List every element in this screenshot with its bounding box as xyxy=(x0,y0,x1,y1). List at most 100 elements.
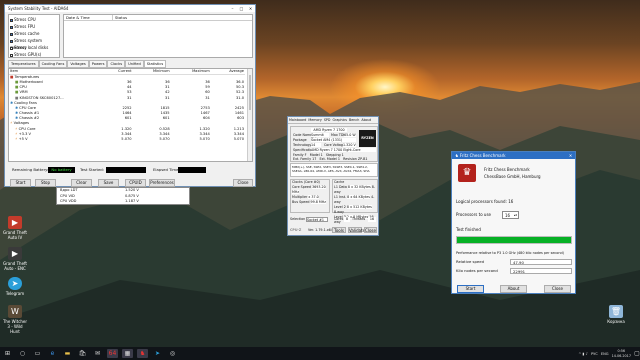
close-button[interactable]: Close xyxy=(233,179,253,187)
desktop: ▶ Grand Theft Auto IV ▶ Grand Theft Auto… xyxy=(0,0,640,360)
cpuz-window: Mainboard Memory SPD Graphics Bench Abou… xyxy=(287,116,379,236)
cache-row: L1 Inst. 8 x 64 KBytes 4-way xyxy=(334,195,375,204)
selection-label: Selection xyxy=(290,217,306,221)
tab-cooling-fans[interactable]: Cooling Fans xyxy=(38,60,68,68)
specification: AMD Ryzen 7 1700 Eight-Core Processor xyxy=(311,148,376,152)
tab-statistics[interactable]: Statistics xyxy=(143,60,167,68)
stress-test-titlebar[interactable]: System Stability Test - AIDA64 – □ ✕ xyxy=(5,5,255,12)
tab-graphics[interactable]: Graphics xyxy=(331,117,348,123)
tab-mainboard[interactable]: Mainboard xyxy=(288,117,307,123)
close-icon[interactable]: ✕ xyxy=(246,5,255,12)
cache-group: Cache L1 Data 8 x 32 KBytes 8-way L1 Ins… xyxy=(332,179,378,224)
kilo-nodes-value: 22991 xyxy=(510,268,572,274)
search-icon[interactable]: ○ xyxy=(17,349,28,358)
store-icon[interactable]: 🛍 xyxy=(77,349,88,358)
sensor-tabs: Temperatures Cooling Fans Voltages Power… xyxy=(8,60,253,68)
clear-button[interactable]: Clear xyxy=(71,179,92,187)
layout-indicator[interactable]: ENG xyxy=(601,352,609,356)
code-name: Summit Ridge xyxy=(311,133,329,141)
desktop-icon-label: Telegram xyxy=(5,291,25,296)
tab-bench[interactable]: Bench xyxy=(348,117,360,123)
fritz-company: ChessBase GmbH, Hamburg xyxy=(484,174,541,179)
stress-disks-check[interactable]: Stress local disks xyxy=(10,44,58,51)
cpuz-version: Ver. 1.79.1.x64 xyxy=(308,228,333,232)
aida64-icon[interactable]: 64 xyxy=(107,349,118,358)
cores-label: Cores xyxy=(334,217,344,221)
mail-icon[interactable]: ✉ xyxy=(92,349,103,358)
tray-icons[interactable]: ^ ▮ ♪ xyxy=(578,352,588,356)
stress-cpu-check[interactable]: Stress CPU xyxy=(10,16,58,23)
minimize-icon[interactable]: – xyxy=(228,5,237,12)
stress-test-window: System Stability Test - AIDA64 – □ ✕ Stres… xyxy=(4,4,256,187)
start-button[interactable]: Start xyxy=(10,179,31,187)
stress-memory-check[interactable]: Stress system memory xyxy=(10,37,58,50)
battery-value: No battery xyxy=(48,167,75,173)
tab-voltages[interactable]: Voltages xyxy=(67,60,89,68)
start-icon[interactable]: ⊞ xyxy=(2,349,13,358)
tab-spd[interactable]: SPD xyxy=(323,117,332,123)
steam-icon[interactable]: ◎ xyxy=(167,349,178,358)
desktop-icon-label: Grand Theft Auto - ENC xyxy=(3,261,27,271)
stop-button[interactable]: Stop xyxy=(35,179,56,187)
threads-value: 16 xyxy=(368,217,376,222)
tab-powers[interactable]: Powers xyxy=(88,60,108,68)
tab-about[interactable]: About xyxy=(360,117,372,123)
tab-memory[interactable]: Memory xyxy=(307,117,322,123)
cpuz-close-button[interactable]: Close xyxy=(364,227,377,233)
processor-group: AMD Ryzen 7 1700 Code Name Summit Ridge … xyxy=(290,126,378,162)
col-date: Date & Time xyxy=(66,15,90,20)
gta-enc-icon: ▶ xyxy=(8,247,22,260)
cpuz-footer: CPU-Z Ver. 1.79.1.x64 Tools Validate Clo… xyxy=(290,226,378,234)
stress-gpu-check[interactable]: Stress GPU(s) xyxy=(10,51,58,58)
stats-scrollbar[interactable] xyxy=(247,69,252,161)
processors-spinner[interactable]: 16 ▴▾ xyxy=(502,211,519,219)
edge-icon[interactable]: e xyxy=(47,349,58,358)
stress-cache-check[interactable]: Stress cache xyxy=(10,30,58,37)
fritz-titlebar[interactable]: ♞ Fritz Chess Benchmark ✕ xyxy=(452,152,575,159)
gta-icon: ▶ xyxy=(8,216,22,229)
stress-fpu-check[interactable]: Stress FPU xyxy=(10,23,58,30)
desktop-icon-gta-enc[interactable]: ▶ Grand Theft Auto - ENC xyxy=(2,247,28,271)
fritz-start-button[interactable]: Start xyxy=(457,285,484,293)
notifications-icon[interactable]: ▢ xyxy=(634,349,640,358)
tab-temperatures[interactable]: Temperatures xyxy=(8,60,39,68)
desktop-icon-gta-iv[interactable]: ▶ Grand Theft Auto IV xyxy=(2,216,28,240)
cpuid-button[interactable]: CPUID xyxy=(125,179,146,187)
selection-dropdown[interactable]: Socket #1 xyxy=(306,217,328,222)
cpuz-icon[interactable]: ▦ xyxy=(122,349,133,358)
tab-unified[interactable]: Unified xyxy=(125,60,144,68)
save-button[interactable]: Save xyxy=(98,179,119,187)
ryzen-logo: RYZEN xyxy=(359,130,376,147)
tools-button[interactable]: Tools xyxy=(332,227,346,233)
test-started-label: Test Started: xyxy=(80,167,104,172)
progress-fill xyxy=(457,237,571,243)
fritz-icon[interactable]: ♞ xyxy=(137,349,148,358)
preferences-button[interactable]: Preferences xyxy=(149,179,175,187)
telegram-icon[interactable]: ➤ xyxy=(152,349,163,358)
desktop-icon-recycle-bin[interactable]: 🗑 Корзина xyxy=(603,305,629,324)
fritz-close-button[interactable]: Close xyxy=(544,285,571,293)
explorer-icon[interactable]: ▬ xyxy=(62,349,73,358)
fritz-title: Fritz Chess Benchmark xyxy=(459,153,506,158)
clock-date: 14.06.2017 xyxy=(611,353,631,358)
task-view-icon[interactable]: ▭ xyxy=(32,349,43,358)
close-icon[interactable]: ✕ xyxy=(566,152,575,159)
statistics-table: Item Current Minimum Maximum Average ■ T… xyxy=(8,68,253,162)
tab-clocks[interactable]: Clocks xyxy=(107,60,126,68)
validate-button[interactable]: Validate xyxy=(348,227,365,233)
logical-processors-label: Logical processors found: 16 xyxy=(456,199,514,204)
clock[interactable]: 0:56 14.06.2017 xyxy=(612,349,631,358)
maximize-icon[interactable]: □ xyxy=(237,5,246,12)
elapsed-label: Elapsed Time: xyxy=(153,167,180,172)
core-speed-row: Core Speed 3693.20 MHz xyxy=(292,185,326,194)
technology: 14 nm xyxy=(311,143,321,151)
fritz-about-button[interactable]: About xyxy=(500,285,527,293)
cache-row: L1 Data 8 x 32 KBytes 8-way xyxy=(334,185,376,194)
desktop-icon-label: Grand Theft Auto IV xyxy=(3,230,27,240)
desktop-icon-telegram[interactable]: ➤ Telegram xyxy=(2,277,28,296)
test-started-value xyxy=(106,167,146,173)
processors-to-use-label: Processors to use xyxy=(456,212,491,217)
threads-label: Threads xyxy=(352,217,366,221)
language-indicator[interactable]: РУС xyxy=(591,352,598,356)
desktop-icon-witcher[interactable]: W The Witcher 3 - Wild Hunt xyxy=(2,305,28,334)
